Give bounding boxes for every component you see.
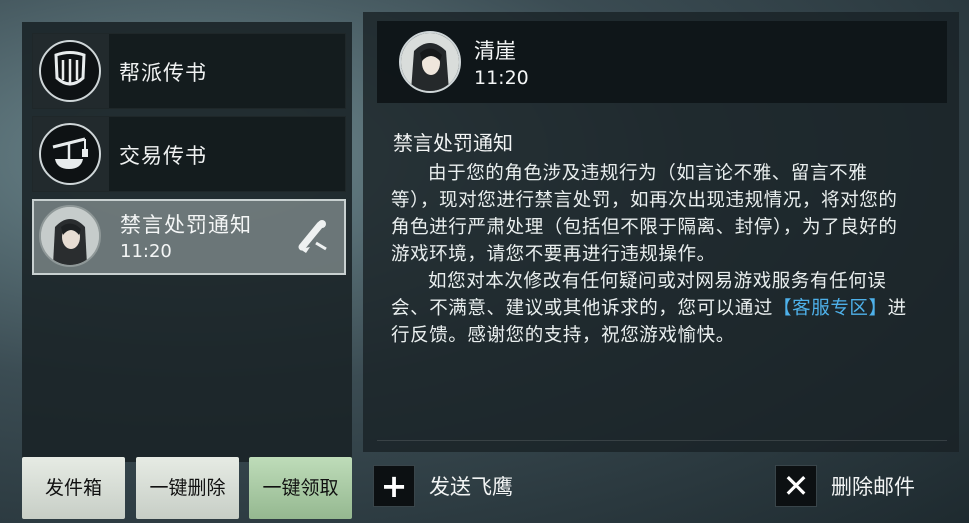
customer-service-link[interactable]: 【客服专区】 xyxy=(773,298,888,319)
mail-item-icon-box xyxy=(33,34,109,108)
divider xyxy=(377,440,947,441)
mail-detail-panel: 清崖 11:20 禁言处罚通知 由于您的角色涉及违规行为（如言论不雅、留言不雅等… xyxy=(363,12,959,452)
mail-paragraph-1: 由于您的角色涉及违规行为（如言论不雅、留言不雅等），现对您进行禁言处罚，如再次出… xyxy=(391,163,898,265)
mail-item-time: 11:20 xyxy=(120,241,172,262)
mail-item-icon-box xyxy=(33,117,109,191)
mail-item-title: 交易传书 xyxy=(119,144,207,168)
mail-item-icon-box xyxy=(34,201,110,275)
mail-list-panel: 帮派传书 交易传书 禁言处罚通知 11:20 xyxy=(22,22,352,462)
claim-all-button[interactable]: 一键领取 xyxy=(249,457,352,519)
outbox-button[interactable]: 发件箱 xyxy=(22,457,125,519)
delete-all-button[interactable]: 一键删除 xyxy=(136,457,239,519)
mail-item-mute-notice[interactable]: 禁言处罚通知 11:20 xyxy=(32,199,346,275)
sender-name: 清崖 xyxy=(474,39,516,63)
mail-paragraph-2: 如您对本次修改有任何疑问或对网易游戏服务有任何误会、不满意、建议或其他诉求的，您… xyxy=(391,268,913,349)
mail-item-title: 帮派传书 xyxy=(119,61,207,85)
plus-icon: + xyxy=(373,465,415,507)
mail-title: 禁言处罚通知 xyxy=(393,131,513,155)
trade-scale-icon xyxy=(39,123,101,185)
delete-mail-label: 删除邮件 xyxy=(831,475,915,499)
close-icon: ✕ xyxy=(775,465,817,507)
scroll-icon xyxy=(296,217,330,259)
guild-shield-icon xyxy=(39,40,101,102)
sender-time: 11:20 xyxy=(474,67,529,89)
mail-item-trade[interactable]: 交易传书 xyxy=(32,116,346,192)
sender-avatar xyxy=(399,31,461,93)
mail-item-title: 禁言处罚通知 xyxy=(120,213,252,237)
mail-item-guild[interactable]: 帮派传书 xyxy=(32,33,346,109)
send-eagle-label: 发送飞鹰 xyxy=(429,475,513,499)
mail-body: 由于您的角色涉及违规行为（如言论不雅、留言不雅等），现对您进行禁言处罚，如再次出… xyxy=(391,160,913,349)
sender-header: 清崖 11:20 xyxy=(377,21,947,103)
delete-mail-button[interactable]: ✕ 删除邮件 xyxy=(775,464,915,508)
character-avatar xyxy=(39,205,101,267)
send-eagle-button[interactable]: + 发送飞鹰 xyxy=(373,464,513,508)
